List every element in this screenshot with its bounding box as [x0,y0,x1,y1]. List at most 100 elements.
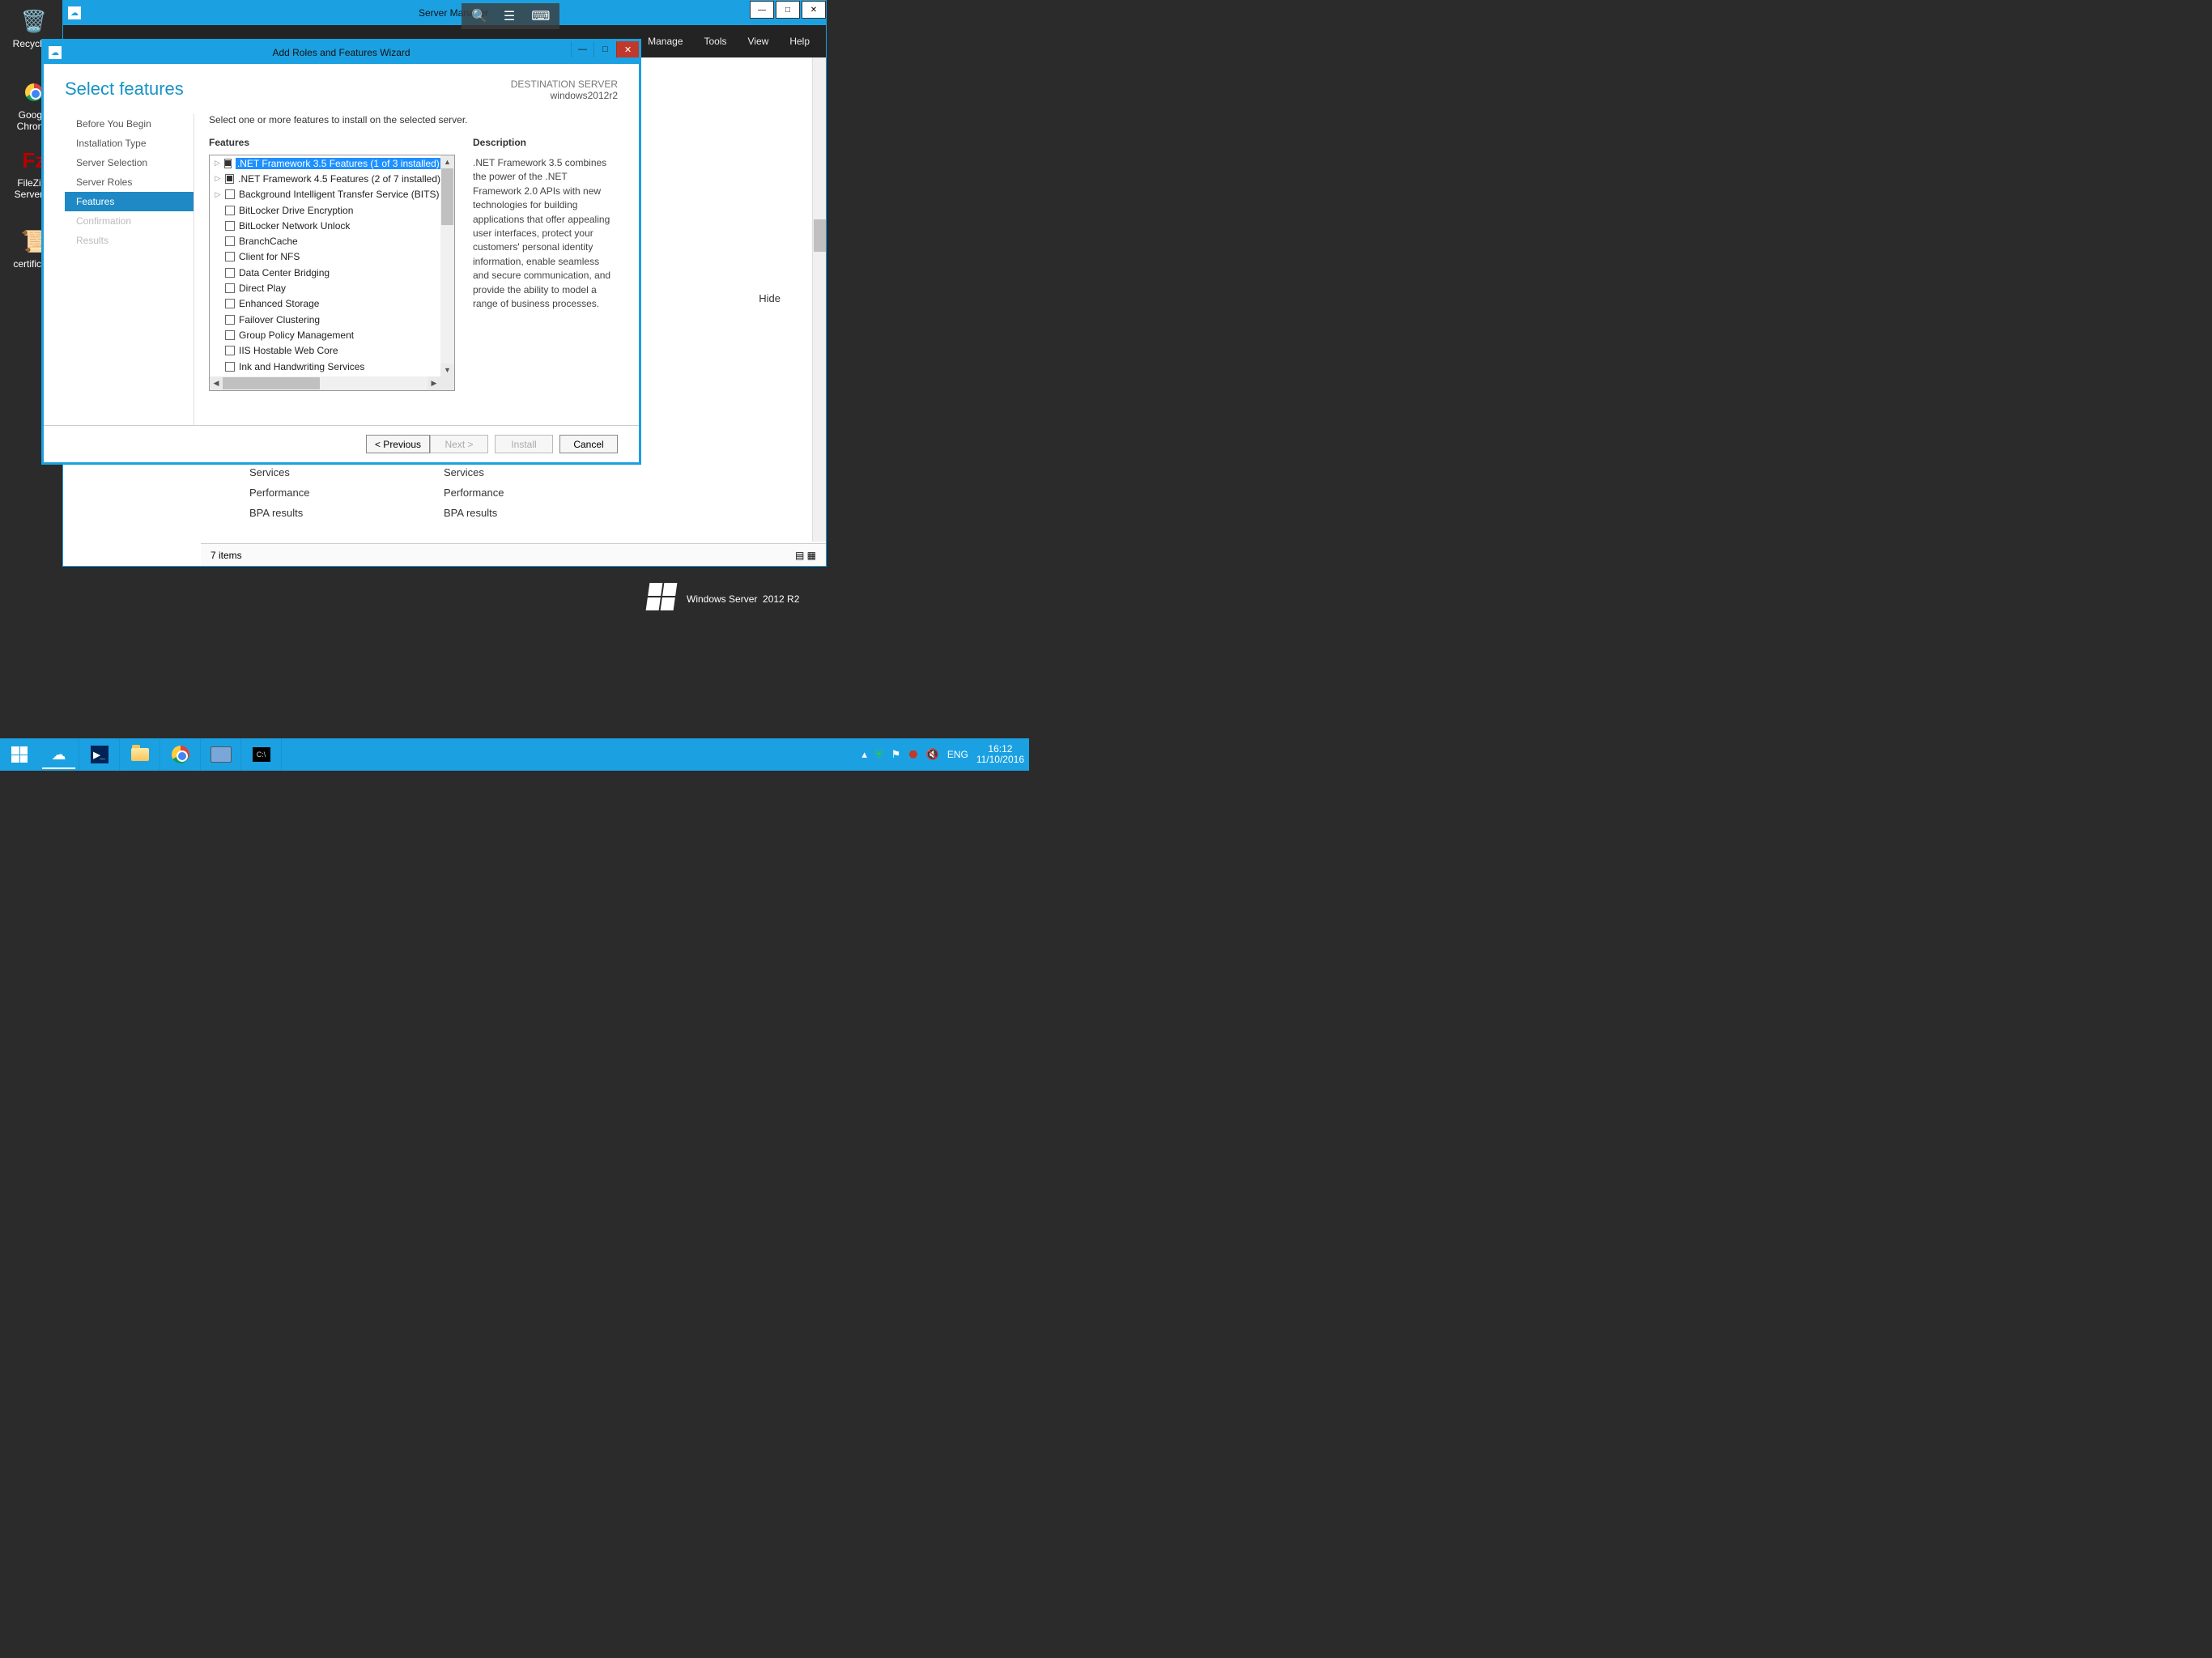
feature-item[interactable]: ▷IIS Hostable Web Core [210,343,440,359]
feature-label: .NET Framework 3.5 Features (1 of 3 inst… [236,158,440,169]
scroll-down-icon[interactable]: ▼ [440,363,454,376]
feature-checkbox[interactable] [225,346,235,355]
scrollbar-horizontal[interactable]: ◀ ▶ [210,376,440,390]
taskbar-server-manager[interactable]: ☁ [39,738,79,771]
menu-manage[interactable]: Manage [648,36,683,47]
feature-checkbox[interactable] [225,252,235,261]
feature-item[interactable]: ▷.NET Framework 4.5 Features (2 of 7 ins… [210,171,440,186]
taskbar-clock[interactable]: 16:12 11/10/2016 [976,744,1024,765]
feature-checkbox[interactable] [225,283,235,293]
maximize-button[interactable]: □ [776,1,800,19]
feature-checkbox[interactable] [225,268,235,278]
instruction-text: Select one or more features to install o… [209,114,618,125]
feature-item[interactable]: ▷Group Policy Management [210,327,440,342]
tray-sound-icon[interactable]: 🔇 [926,748,939,761]
close-button[interactable]: ✕ [616,41,639,57]
tile-performance[interactable]: Performance [444,483,606,503]
next-button[interactable]: Next > [430,435,488,453]
tile-bpa[interactable]: BPA results [444,503,606,523]
menu-icon[interactable]: ☰ [504,8,515,24]
tray-flag-icon[interactable]: ⚑ [891,748,901,761]
taskbar-powershell[interactable]: ▶_ [79,738,120,771]
feature-item[interactable]: ▷Direct Play [210,280,440,295]
feature-item[interactable]: ▷ .NET Framework 3.5 Features (1 of 3 ins… [210,155,440,171]
feature-item[interactable]: ▷Failover Clustering [210,312,440,327]
maximize-button[interactable]: □ [593,41,616,57]
menu-view[interactable]: View [748,36,769,47]
tray-arrow-icon[interactable]: ▴ [861,748,867,761]
scroll-left-icon[interactable]: ◀ [210,376,223,390]
taskbar-display-settings[interactable] [201,738,241,771]
minimize-button[interactable]: — [571,41,593,57]
menu-help[interactable]: Help [789,36,810,47]
feature-checkbox[interactable] [225,174,235,184]
feature-item[interactable]: ▷Ink and Handwriting Services [210,359,440,374]
feature-label: BranchCache [239,236,298,247]
dashboard-tile: Services Performance BPA results [444,462,606,523]
feature-checkbox[interactable] [225,362,235,372]
server-manager-icon: ☁ [68,6,81,19]
install-button[interactable]: Install [495,435,553,453]
destination-label: DESTINATION SERVER [511,79,618,90]
scroll-right-icon[interactable]: ▶ [428,376,440,390]
wizard-titlebar[interactable]: ☁ Add Roles and Features Wizard — □ ✕ [44,41,639,64]
destination-server: DESTINATION SERVER windows2012r2 [511,79,618,101]
feature-checkbox[interactable] [225,206,235,215]
taskbar-explorer[interactable] [120,738,160,771]
feature-item[interactable]: ▷BitLocker Network Unlock [210,218,440,233]
scroll-up-icon[interactable]: ▲ [440,155,454,168]
feature-checkbox[interactable] [225,189,235,199]
wizard-footer: < Previous Next > Install Cancel [44,425,639,462]
wizard-nav-item[interactable]: Features [65,192,194,211]
remote-overlay-toolbar: 🔍 ☰ ⌨ [462,3,559,29]
tray-alert-icon[interactable]: ⬣ [908,748,917,761]
close-button[interactable]: ✕ [802,1,826,19]
feature-checkbox[interactable] [225,236,235,246]
scroll-corner [440,376,454,390]
clock-date: 11/10/2016 [976,755,1024,765]
start-button[interactable] [0,738,39,771]
expand-icon[interactable]: ▷ [215,159,220,168]
tile-services[interactable]: Services [249,462,411,483]
previous-button[interactable]: < Previous [366,435,430,453]
tile-bpa[interactable]: BPA results [249,503,411,523]
feature-item[interactable]: ▷Enhanced Storage [210,296,440,312]
feature-checkbox[interactable] [224,159,232,168]
tile-services[interactable]: Services [444,462,606,483]
server-manager-titlebar[interactable]: ☁ Server Manager — □ ✕ [63,1,826,25]
view-icons[interactable]: ▤ ▦ [795,550,816,561]
scrollbar-vertical[interactable] [812,57,826,542]
cancel-button[interactable]: Cancel [559,435,618,453]
feature-checkbox[interactable] [225,315,235,325]
window-title: Add Roles and Features Wizard [44,47,639,58]
feature-checkbox[interactable] [225,330,235,340]
feature-item[interactable]: ▷Data Center Bridging [210,265,440,280]
branding-version: 2012 R2 [763,593,799,605]
tray-shield-icon[interactable]: ⛨ [875,748,883,761]
wizard-nav-item[interactable]: Server Selection [65,153,194,172]
minimize-button[interactable]: — [750,1,774,19]
scrollbar-vertical[interactable]: ▲ ▼ [440,155,454,376]
wizard-nav-item[interactable]: Server Roles [65,172,194,192]
taskbar-cmd[interactable]: C:\ [241,738,282,771]
hide-link[interactable]: Hide [759,292,781,304]
language-indicator[interactable]: ENG [947,749,968,760]
feature-item[interactable]: ▷BranchCache [210,233,440,249]
keyboard-icon[interactable]: ⌨ [531,8,550,24]
zoom-icon[interactable]: 🔍 [471,8,487,24]
taskbar: ☁ ▶_ C:\ ▴ ⛨ ⚑ ⬣ 🔇 ENG 16:12 11/10/2016 [0,738,1029,771]
feature-item[interactable]: ▷Client for NFS [210,249,440,265]
menu-tools[interactable]: Tools [704,36,727,47]
feature-checkbox[interactable] [225,221,235,231]
expand-icon[interactable]: ▷ [215,174,221,183]
expand-icon[interactable]: ▷ [215,190,221,199]
wizard-nav-item[interactable]: Installation Type [65,134,194,153]
feature-label: Background Intelligent Transfer Service … [239,189,439,200]
server-manager-statusbar: 7 items ▤ ▦ [201,543,826,566]
wizard-nav-item[interactable]: Before You Begin [65,114,194,134]
feature-item[interactable]: ▷ Background Intelligent Transfer Service… [210,187,440,202]
feature-item[interactable]: ▷BitLocker Drive Encryption [210,202,440,218]
taskbar-chrome[interactable] [160,738,201,771]
feature-checkbox[interactable] [225,299,235,308]
tile-performance[interactable]: Performance [249,483,411,503]
